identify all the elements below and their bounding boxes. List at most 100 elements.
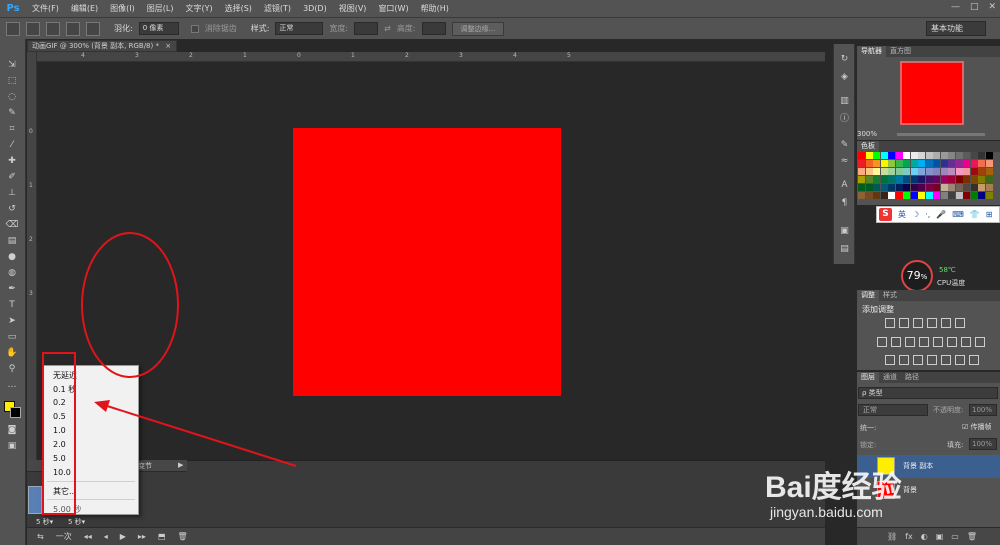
- color-swatch[interactable]: [925, 152, 933, 159]
- color-swatch[interactable]: [880, 152, 888, 159]
- adjustment-icon[interactable]: [905, 337, 915, 347]
- color-swatch[interactable]: [858, 152, 865, 159]
- background-color-swatch[interactable]: [10, 407, 21, 418]
- color-swatch[interactable]: [880, 176, 888, 183]
- color-swatch[interactable]: [948, 184, 955, 191]
- navigator-thumbnail[interactable]: [900, 61, 964, 125]
- color-swatch[interactable]: [933, 176, 940, 183]
- menu-3d[interactable]: 3D(D): [297, 4, 333, 13]
- adjustment-icon[interactable]: [955, 318, 965, 328]
- height-input[interactable]: [421, 22, 446, 35]
- history-icon[interactable]: ↻: [838, 54, 851, 65]
- color-swatch[interactable]: [910, 152, 918, 159]
- color-swatch[interactable]: [955, 160, 963, 167]
- color-swatch[interactable]: [880, 184, 888, 191]
- color-swatch[interactable]: [903, 160, 910, 167]
- color-swatch[interactable]: [880, 168, 888, 175]
- subtract-selection-button[interactable]: [66, 21, 80, 36]
- color-swatch[interactable]: [918, 176, 925, 183]
- color-swatch[interactable]: [895, 168, 903, 175]
- blend-mode-select[interactable]: 正常: [858, 404, 928, 416]
- color-swatch[interactable]: [948, 176, 955, 183]
- sogou-logo[interactable]: S: [879, 208, 892, 221]
- color-swatch[interactable]: [858, 192, 865, 199]
- style-select[interactable]: 正常: [275, 22, 324, 35]
- color-swatch[interactable]: [925, 176, 933, 183]
- color-swatch[interactable]: [873, 160, 880, 167]
- workspace-select[interactable]: 基本功能: [926, 21, 986, 36]
- eyedropper-tool-icon[interactable]: ⁄: [5, 139, 19, 151]
- toolbox-icon[interactable]: ⊞: [986, 210, 993, 219]
- color-swatch[interactable]: [985, 176, 993, 183]
- color-swatch[interactable]: [955, 168, 963, 175]
- color-swatch[interactable]: [963, 160, 970, 167]
- brush-tool-icon[interactable]: ✐: [5, 171, 19, 183]
- info-icon[interactable]: ⓘ: [838, 114, 851, 125]
- color-swatch[interactable]: [880, 192, 888, 199]
- color-swatch[interactable]: [895, 160, 903, 167]
- fill-input[interactable]: 100%: [969, 438, 997, 450]
- adjustment-icon[interactable]: [899, 318, 909, 328]
- color-swatch[interactable]: [895, 152, 903, 159]
- path-select-tool-icon[interactable]: ➤: [5, 315, 19, 327]
- actions-icon[interactable]: ▣: [838, 226, 851, 237]
- color-swatch[interactable]: [858, 184, 865, 191]
- paragraph-icon[interactable]: ¶: [838, 198, 851, 209]
- loop-select[interactable]: 一次: [56, 531, 72, 542]
- color-swatch[interactable]: [933, 160, 940, 167]
- color-swatch[interactable]: [970, 160, 978, 167]
- color-swatch[interactable]: [948, 192, 955, 199]
- quick-select-tool-icon[interactable]: ✎: [5, 107, 19, 119]
- tab-layers[interactable]: 图层: [857, 372, 879, 383]
- adjustment-icon[interactable]: [919, 337, 929, 347]
- color-swatch[interactable]: [970, 152, 978, 159]
- next-frame-icon[interactable]: ▸▸: [138, 532, 146, 541]
- color-swatch[interactable]: [903, 192, 910, 199]
- color-swatch[interactable]: [888, 152, 895, 159]
- pen-tool-icon[interactable]: ✒: [5, 283, 19, 295]
- menu-window[interactable]: 窗口(W): [372, 3, 414, 14]
- color-swatch[interactable]: [865, 160, 873, 167]
- color-swatch[interactable]: [985, 160, 993, 167]
- cpu-usage-gauge[interactable]: 79%: [901, 260, 933, 292]
- type-tool-icon[interactable]: T: [5, 299, 19, 311]
- refine-edge-button[interactable]: 调整边缘...: [451, 21, 505, 36]
- menu-select[interactable]: 选择(S): [219, 3, 258, 14]
- maximize-button[interactable]: □: [970, 2, 979, 12]
- animation-frame-thumbnail[interactable]: [28, 486, 42, 514]
- color-swatch[interactable]: [873, 176, 880, 183]
- opacity-input[interactable]: 100%: [969, 404, 997, 416]
- dodge-tool-icon[interactable]: ◍: [5, 267, 19, 279]
- shape-tool-icon[interactable]: ▭: [5, 331, 19, 343]
- menu-layer[interactable]: 图层(L): [141, 3, 180, 14]
- color-swatch[interactable]: [940, 176, 948, 183]
- color-swatch[interactable]: [873, 152, 880, 159]
- tab-paths[interactable]: 路径: [901, 372, 923, 383]
- adjustment-icon[interactable]: [899, 355, 909, 365]
- lasso-tool-icon[interactable]: ◌: [5, 91, 19, 103]
- delete-layer-icon[interactable]: 🗑: [967, 532, 977, 541]
- eraser-tool-icon[interactable]: ⌫: [5, 219, 19, 231]
- color-swatch[interactable]: [978, 192, 985, 199]
- intersect-selection-button[interactable]: [86, 21, 100, 36]
- blur-tool-icon[interactable]: ●: [5, 251, 19, 263]
- color-swatch[interactable]: [888, 184, 895, 191]
- zoom-tool-icon[interactable]: ⚲: [5, 363, 19, 375]
- menu-edit[interactable]: 编辑(E): [65, 3, 104, 14]
- adjustment-icon[interactable]: [933, 337, 943, 347]
- color-swatch[interactable]: [933, 152, 940, 159]
- menu-view[interactable]: 视图(V): [333, 3, 373, 14]
- tab-channels[interactable]: 通道: [879, 372, 901, 383]
- color-swatch[interactable]: [918, 184, 925, 191]
- color-swatch[interactable]: [970, 176, 978, 183]
- adjustment-icon[interactable]: [941, 318, 951, 328]
- layer-style-icon[interactable]: fx: [905, 532, 913, 541]
- histogram-icon[interactable]: ▥: [838, 96, 851, 107]
- menu-file[interactable]: 文件(F): [26, 3, 65, 14]
- color-swatch[interactable]: [895, 192, 903, 199]
- color-swatch[interactable]: [963, 184, 970, 191]
- color-swatch[interactable]: [865, 176, 873, 183]
- color-swatch[interactable]: [933, 168, 940, 175]
- color-swatch[interactable]: [985, 168, 993, 175]
- new-layer-icon[interactable]: ▭: [951, 532, 959, 541]
